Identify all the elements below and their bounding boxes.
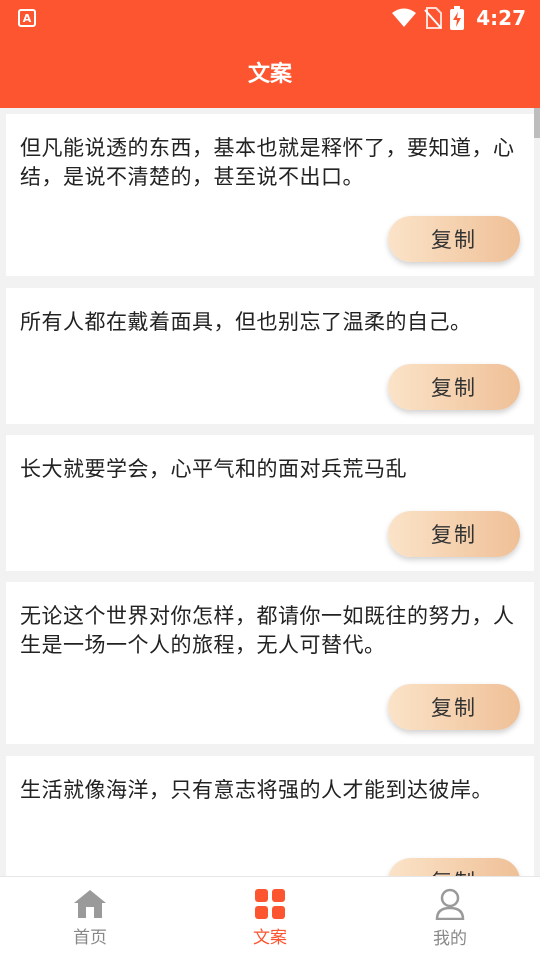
nav-label: 首页: [73, 928, 107, 948]
card-text: 生活就像海洋，只有意志将强的人才能到达彼岸。: [20, 778, 493, 802]
list-item: 长大就要学会，心平气和的面对兵荒马乱 复制: [6, 435, 534, 571]
copy-button[interactable]: 复制: [388, 364, 520, 410]
nav-item-mine[interactable]: 我的: [390, 888, 510, 949]
grid-icon: [255, 889, 285, 919]
copy-button[interactable]: 复制: [388, 684, 520, 730]
nav-item-copywriting[interactable]: 文案: [210, 889, 330, 948]
wifi-icon: [392, 8, 417, 27]
title-bar: 文案: [0, 36, 540, 108]
copy-button[interactable]: 复制: [388, 216, 520, 262]
bottom-nav: 首页 文案 我的: [0, 876, 540, 960]
card-text: 长大就要学会，心平气和的面对兵荒马乱: [20, 457, 407, 481]
status-left: A: [18, 9, 36, 27]
card-text: 无论这个世界对你怎样，都请你一如既往的努力，人生是一场一个人的旅程，无人可替代。: [20, 604, 515, 657]
status-right: 4:27: [392, 6, 526, 30]
home-icon: [74, 890, 106, 918]
list-item: 生活就像海洋，只有意志将强的人才能到达彼岸。 复制: [6, 756, 534, 876]
card-text: 但凡能说透的东西，基本也就是释怀了，要知道，心结，是说不清楚的，甚至说不出口。: [20, 136, 515, 189]
app-notification-icon: A: [18, 9, 36, 27]
battery-charging-icon: [450, 6, 465, 30]
copywriting-list[interactable]: 但凡能说透的东西，基本也就是释怀了，要知道，心结，是说不清楚的，甚至说不出口。 …: [0, 108, 540, 876]
card-text: 所有人都在戴着面具，但也别忘了温柔的自己。: [20, 310, 472, 334]
page-title: 文案: [247, 62, 292, 87]
copy-button[interactable]: 复制: [388, 511, 520, 557]
user-icon: [435, 888, 465, 920]
nav-label: 我的: [433, 929, 467, 949]
list-item: 但凡能说透的东西，基本也就是释怀了，要知道，心结，是说不清楚的，甚至说不出口。 …: [6, 114, 534, 276]
scrollbar[interactable]: [534, 108, 540, 138]
nav-item-home[interactable]: 首页: [30, 889, 150, 948]
status-time: 4:27: [476, 6, 526, 30]
nav-label: 文案: [253, 928, 287, 948]
list-item: 所有人都在戴着面具，但也别忘了温柔的自己。 复制: [6, 288, 534, 424]
no-sim-icon: [424, 7, 443, 29]
list-item: 无论这个世界对你怎样，都请你一如既往的努力，人生是一场一个人的旅程，无人可替代。…: [6, 582, 534, 744]
copy-button[interactable]: 复制: [388, 858, 520, 876]
status-bar: A 4:27: [0, 0, 540, 36]
